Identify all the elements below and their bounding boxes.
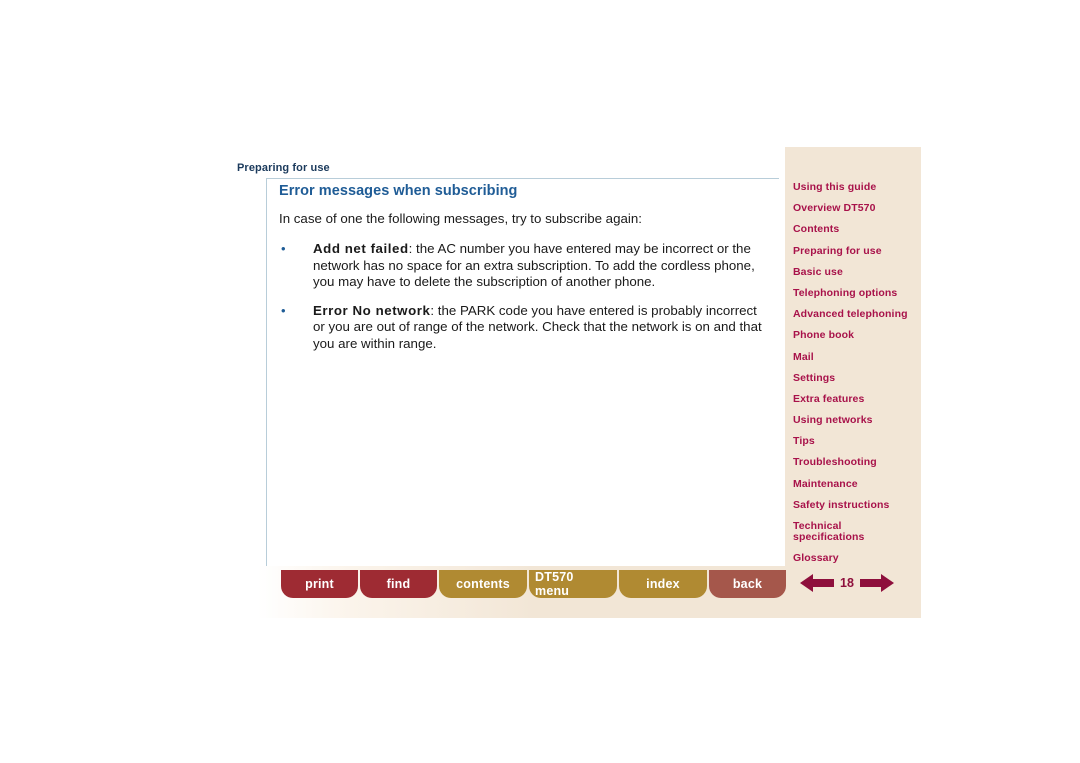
error-term: Error No network — [313, 302, 431, 318]
footer-button-back[interactable]: back — [709, 570, 786, 598]
sidebar-item-telephoning-options[interactable]: Telephoning options — [793, 287, 921, 299]
sidebar-item-mail[interactable]: Mail — [793, 351, 921, 363]
content-inner: Error messages when subscribing In case … — [267, 179, 779, 353]
content-area: Error messages when subscribing In case … — [266, 178, 779, 566]
footer-button-find[interactable]: find — [360, 570, 437, 598]
sidebar-item-troubleshooting[interactable]: Troubleshooting — [793, 457, 921, 468]
sidebar-item-contents[interactable]: Contents — [793, 224, 921, 235]
breadcrumb: Preparing for use — [237, 162, 330, 174]
sidebar-item-tips[interactable]: Tips — [793, 436, 921, 447]
document-page: Preparing for use Error messages when su… — [0, 0, 1080, 763]
error-message-list: • Add net failed: the AC number you have … — [279, 241, 769, 353]
sidebar-item-advanced-telephoning[interactable]: Advanced telephoning — [793, 309, 921, 320]
list-item: • Add net failed: the AC number you have … — [279, 241, 769, 291]
bullet-icon: • — [281, 302, 286, 318]
sidebar-item-using-this-guide[interactable]: Using this guide — [793, 182, 921, 193]
page-number: 18 — [840, 576, 854, 590]
bullet-icon: • — [281, 241, 286, 256]
sidebar-item-using-networks[interactable]: Using networks — [793, 415, 921, 426]
footer-button-print[interactable]: print — [281, 570, 358, 598]
sidebar-item-preparing-for-use[interactable]: Preparing for use — [793, 245, 921, 257]
sidebar-item-safety-instructions[interactable]: Safety instructions — [793, 499, 921, 511]
page-title: Error messages when subscribing — [279, 183, 518, 199]
sidebar-item-extra-features[interactable]: Extra features — [793, 393, 921, 405]
list-item: • Error No network: the PARK code you hav… — [279, 303, 769, 353]
sidebar-panel: Using this guide Overview DT570 Contents Pr… — [785, 147, 921, 618]
sidebar-item-technical-specifications[interactable]: Technical specifications — [793, 521, 921, 543]
pager: 18 — [800, 573, 894, 593]
sidebar-item-basic-use[interactable]: Basic use — [793, 266, 921, 278]
sidebar-item-glossary[interactable]: Glossary — [793, 553, 921, 564]
sidebar-nav: Using this guide Overview DT570 Contents Pr… — [793, 182, 921, 574]
sidebar-item-phone-book[interactable]: Phone book — [793, 330, 921, 341]
sidebar-item-maintenance[interactable]: Maintenance — [793, 478, 921, 490]
footer-button-contents[interactable]: contents — [439, 570, 527, 598]
sidebar-item-overview-dt570[interactable]: Overview DT570 — [793, 203, 921, 214]
intro-paragraph: In case of one the following messages, t… — [279, 211, 642, 226]
left-arrow-icon[interactable] — [800, 573, 834, 593]
footer-button-row: print find contents DT570 menu index back — [281, 570, 786, 598]
right-arrow-icon[interactable] — [859, 573, 894, 593]
sidebar-item-settings[interactable]: Settings — [793, 372, 921, 384]
error-term: Add net failed — [313, 241, 409, 256]
footer-button-index[interactable]: index — [619, 570, 707, 598]
footer-button-dt570-menu[interactable]: DT570 menu — [529, 570, 617, 598]
